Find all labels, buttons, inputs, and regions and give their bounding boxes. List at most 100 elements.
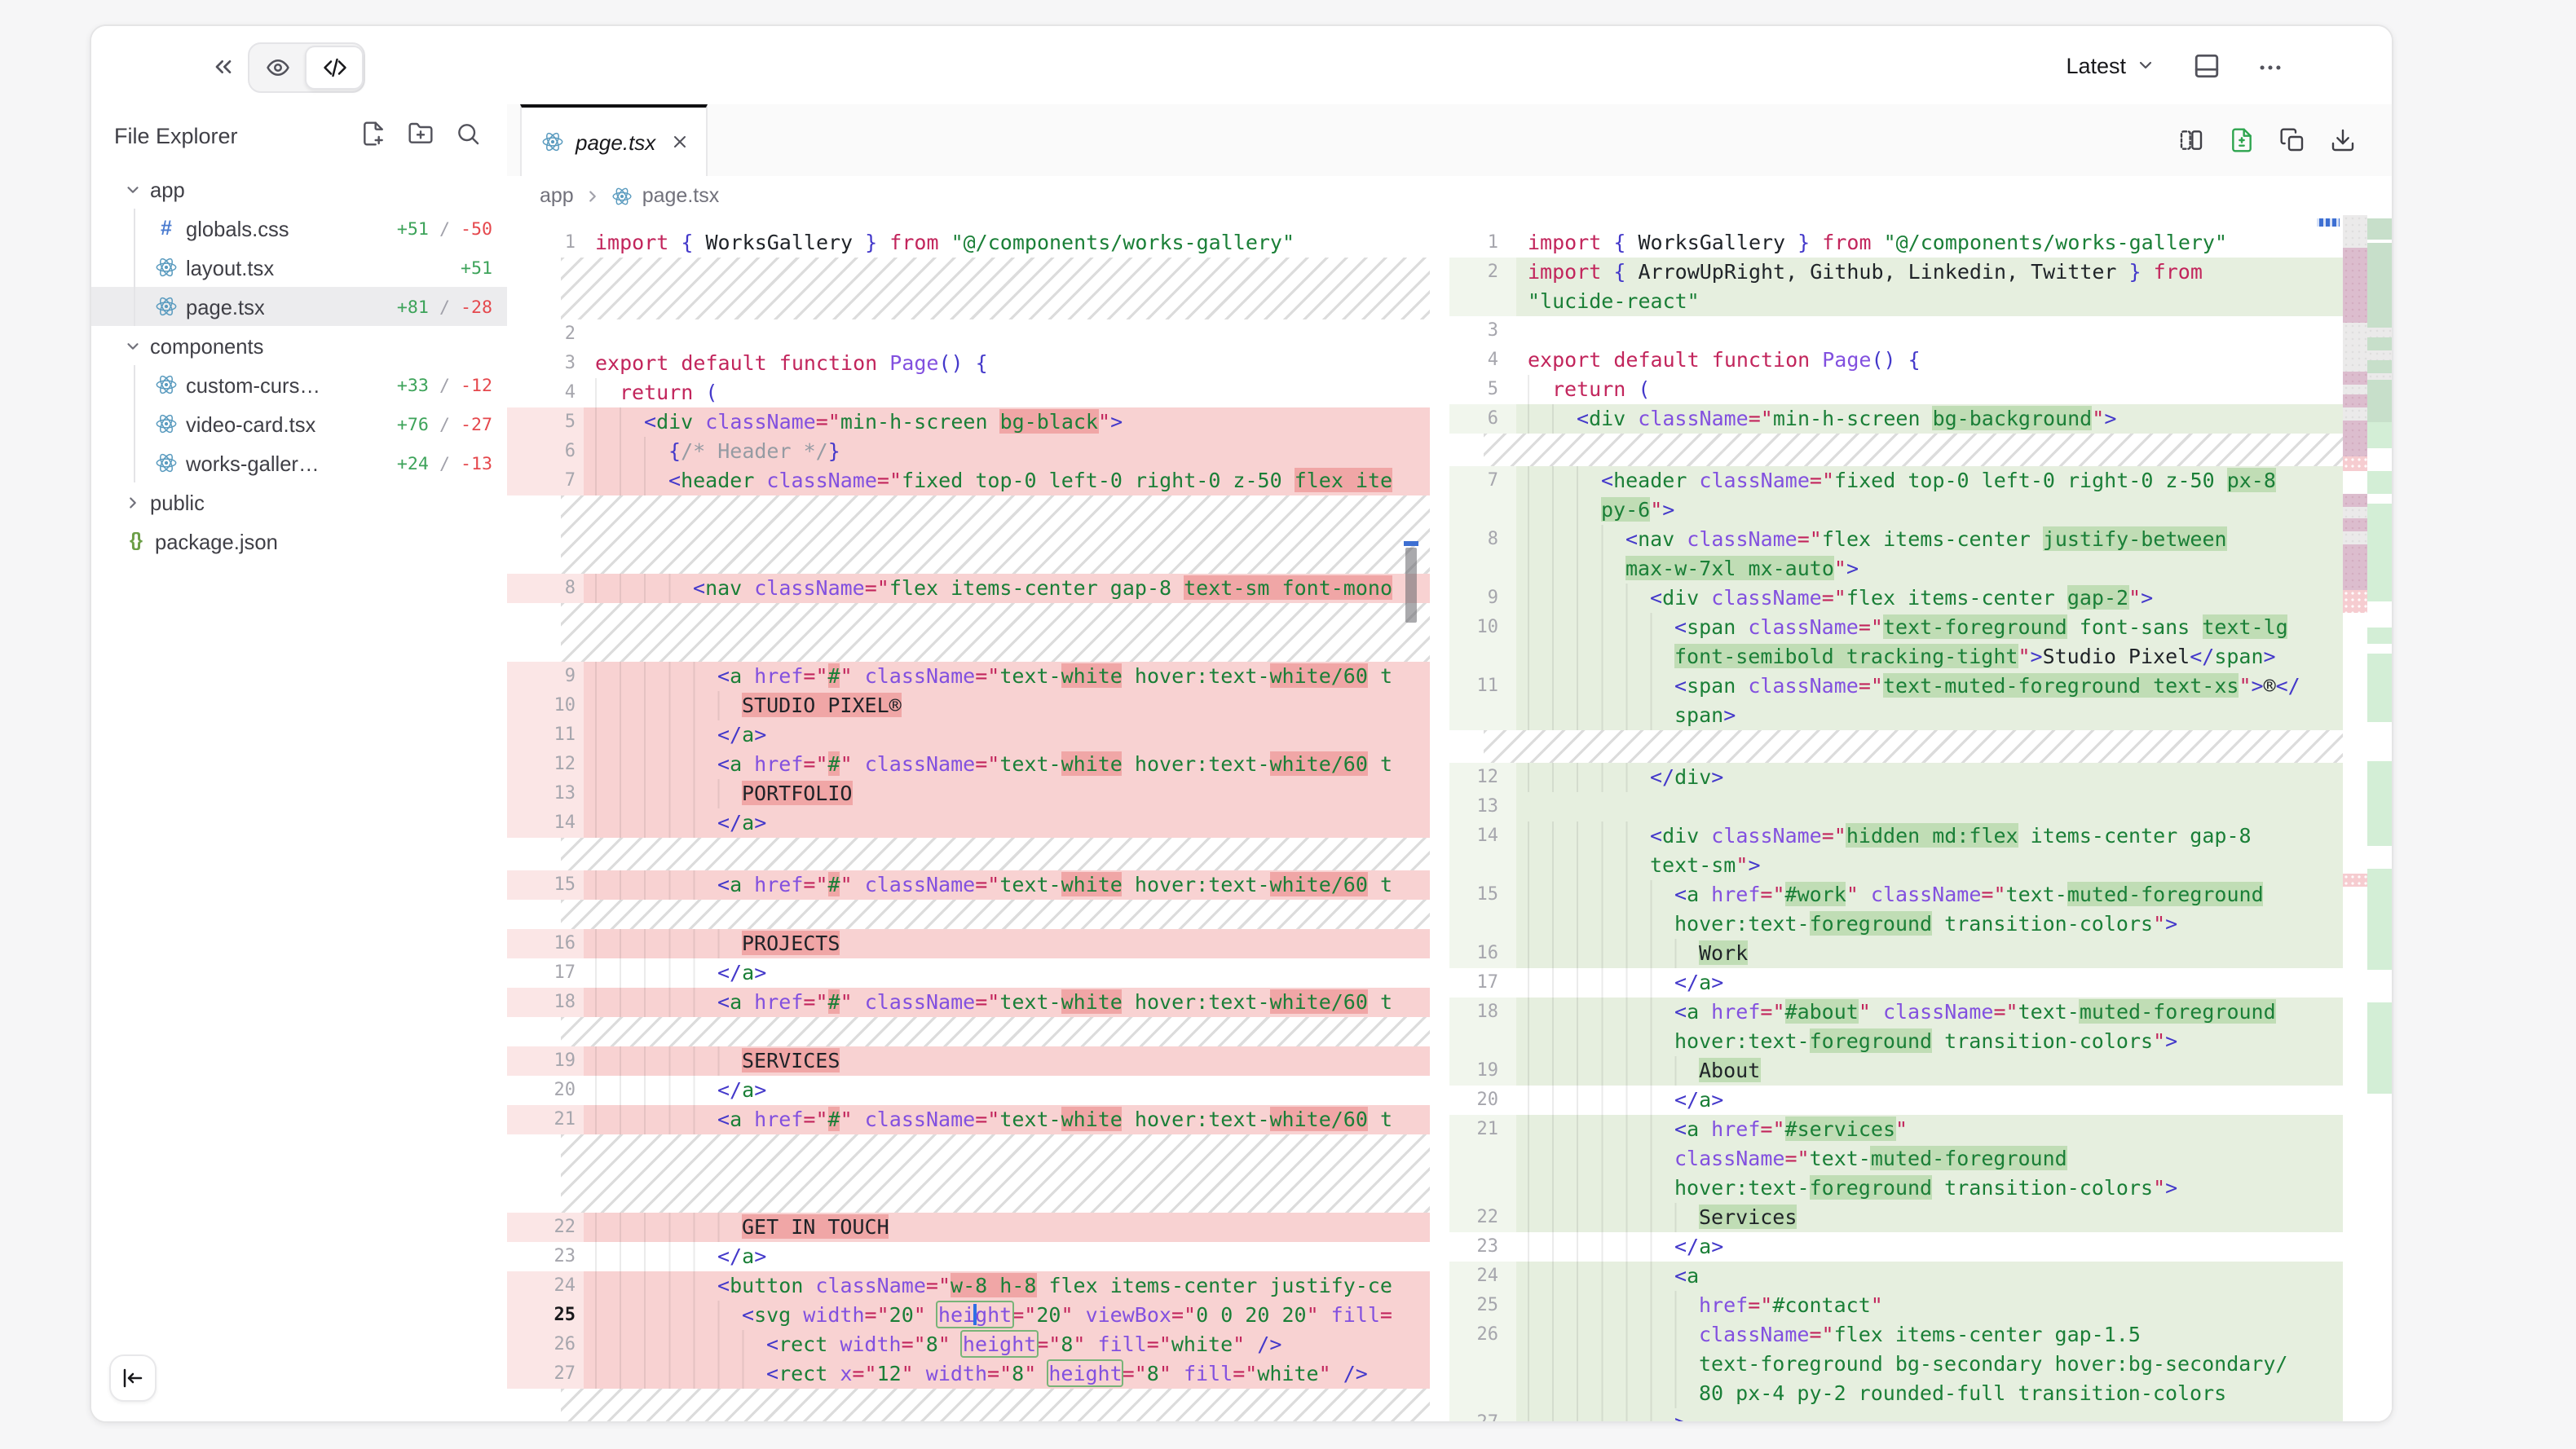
sidebar-item-globals-css[interactable]: #globals.css+51 / -50: [91, 209, 507, 248]
code-line[interactable]: className="text-muted-foreground: [1449, 1144, 2343, 1174]
code-line[interactable]: 18<a href="#about" className="text-muted…: [1449, 998, 2343, 1027]
code-line[interactable]: 19About: [1449, 1056, 2343, 1086]
collapsed-unchanged-region[interactable]: [561, 603, 1430, 662]
left-pane-scrollbar[interactable]: [1405, 548, 1417, 623]
code-line[interactable]: hover:text-foreground transition-colors"…: [1449, 1027, 2343, 1056]
code-line[interactable]: 17</a>: [1449, 968, 2343, 998]
collapsed-unchanged-region[interactable]: [561, 258, 1430, 319]
code-line[interactable]: 7<header className="fixed top-0 left-0 r…: [1449, 466, 2343, 495]
collapsed-unchanged-region[interactable]: [1484, 434, 2343, 466]
code-line[interactable]: 2import { ArrowUpRight, Github, Linkedin…: [1449, 258, 2343, 287]
code-line[interactable]: text-foreground bg-secondary hover:bg-se…: [1449, 1350, 2343, 1379]
collapse-panel-button[interactable]: [209, 52, 238, 81]
code-line[interactable]: 14<div className="hidden md:flex items-c…: [1449, 821, 2343, 851]
code-line[interactable]: 13PORTFOLIO: [507, 779, 1430, 808]
code-line[interactable]: 3: [1449, 316, 2343, 346]
code-line[interactable]: 4return (: [507, 378, 1430, 407]
code-line[interactable]: 22Services: [1449, 1203, 2343, 1232]
sidebar-item-page-tsx[interactable]: page.tsx+81 / -28: [91, 287, 507, 326]
code-line[interactable]: 1import { WorksGallery } from "@/compone…: [507, 228, 1430, 258]
code-line[interactable]: 12</div>: [1449, 763, 2343, 792]
code-line[interactable]: 22GET IN TOUCH: [507, 1213, 1430, 1242]
code-line[interactable]: 9<div className="flex items-center gap-2…: [1449, 584, 2343, 613]
code-line[interactable]: 24<a: [1449, 1262, 2343, 1291]
more-options-button[interactable]: [2255, 52, 2284, 81]
code-line[interactable]: 9<a href="#" className="text-white hover…: [507, 662, 1430, 691]
tab-page-tsx[interactable]: page.tsx: [520, 104, 708, 176]
sidebar-item-app[interactable]: app: [91, 170, 507, 209]
code-line[interactable]: 13: [1449, 792, 2343, 821]
code-line[interactable]: 1import { WorksGallery } from "@/compone…: [1449, 228, 2343, 258]
code-line[interactable]: 27<rect x="12" width="8" height="8" fill…: [507, 1359, 1430, 1389]
code-line[interactable]: 19SERVICES: [507, 1046, 1430, 1076]
collapse-sidebar-button[interactable]: [109, 1354, 157, 1402]
code-line[interactable]: 21<a href="#" className="text-white hove…: [507, 1105, 1430, 1134]
code-line[interactable]: 21<a href="#services": [1449, 1115, 2343, 1144]
panel-bottom-button[interactable]: [2191, 51, 2221, 80]
code-line[interactable]: 27>: [1449, 1408, 2343, 1421]
code-line[interactable]: 24<button className="w-8 h-8 flex items-…: [507, 1271, 1430, 1301]
code-line[interactable]: 18<a href="#" className="text-white hove…: [507, 988, 1430, 1017]
code-line[interactable]: py-6">: [1449, 495, 2343, 525]
new-file-button[interactable]: [360, 121, 386, 147]
sidebar-item-layout-tsx[interactable]: layout.tsx+51: [91, 248, 507, 287]
code-line[interactable]: hover:text-foreground transition-colors"…: [1449, 909, 2343, 939]
code-line[interactable]: span>: [1449, 701, 2343, 730]
code-line[interactable]: 16PROJECTS: [507, 929, 1430, 958]
code-line[interactable]: 8<nav className="flex items-center justi…: [1449, 525, 2343, 554]
file-diff-icon[interactable]: [2229, 127, 2255, 153]
diff-pane-old[interactable]: 1import { WorksGallery } from "@/compone…: [507, 215, 1430, 1421]
code-line[interactable]: font-semibold tracking-tight">Studio Pix…: [1449, 642, 2343, 672]
code-line[interactable]: 3export default function Page() {: [507, 349, 1430, 378]
code-line[interactable]: 15<a href="#" className="text-white hove…: [507, 870, 1430, 900]
code-line[interactable]: 23</a>: [507, 1242, 1430, 1271]
diff-pane-new[interactable]: 1import { WorksGallery } from "@/compone…: [1449, 215, 2343, 1421]
code-line[interactable]: max-w-7xl mx-auto">: [1449, 554, 2343, 584]
code-line[interactable]: hover:text-foreground transition-colors"…: [1449, 1174, 2343, 1203]
code-line[interactable]: 10STUDIO PIXEL®: [507, 691, 1430, 720]
breadcrumb-root[interactable]: app: [540, 184, 574, 207]
code-line[interactable]: 25<svg width="20" height="20" viewBox="0…: [507, 1301, 1430, 1330]
new-folder-button[interactable]: [408, 121, 434, 147]
code-line[interactable]: 7<header className="fixed top-0 left-0 r…: [507, 466, 1430, 495]
preview-toggle-button[interactable]: [249, 47, 305, 88]
code-line[interactable]: 10<span className="text-foreground font-…: [1449, 613, 2343, 642]
diff-minimap[interactable]: [2343, 215, 2392, 1421]
code-line[interactable]: 4export default function Page() {: [1449, 346, 2343, 375]
sidebar-item-custom-curs-[interactable]: custom-curs…+33 / -12: [91, 365, 507, 404]
code-line[interactable]: 11<span className="text-muted-foreground…: [1449, 672, 2343, 701]
version-selector[interactable]: Latest: [2066, 26, 2155, 104]
code-line[interactable]: 26className="flex items-center gap-1.5: [1449, 1320, 2343, 1350]
search-button[interactable]: [455, 121, 481, 147]
download-icon[interactable]: [2330, 127, 2356, 153]
sidebar-item-works-galler-[interactable]: works-galler…+24 / -13: [91, 443, 507, 482]
code-line[interactable]: 20</a>: [1449, 1086, 2343, 1115]
collapsed-unchanged-region[interactable]: [561, 900, 1430, 929]
minimap-handle[interactable]: [2317, 218, 2340, 227]
collapsed-unchanged-region[interactable]: [561, 838, 1430, 870]
code-line[interactable]: 20</a>: [507, 1076, 1430, 1105]
code-line[interactable]: 6<div className="min-h-screen bg-backgro…: [1449, 404, 2343, 434]
collapsed-unchanged-region[interactable]: [561, 1017, 1430, 1046]
code-line[interactable]: 26<rect width="8" height="8" fill="white…: [507, 1330, 1430, 1359]
code-line[interactable]: 5<div className="min-h-screen bg-black">: [507, 407, 1430, 437]
split-diff-icon[interactable]: [2178, 127, 2204, 153]
code-line[interactable]: 17</a>: [507, 958, 1430, 988]
code-line[interactable]: 16Work: [1449, 939, 2343, 968]
copy-icon[interactable]: [2279, 127, 2305, 153]
close-icon[interactable]: [670, 132, 690, 152]
collapsed-unchanged-region[interactable]: [561, 1134, 1430, 1213]
code-line[interactable]: 8<nav className="flex items-center gap-8…: [507, 574, 1430, 603]
sidebar-item-package-json[interactable]: {}package.json: [91, 522, 507, 561]
code-line[interactable]: 15<a href="#work" className="text-muted-…: [1449, 880, 2343, 909]
code-line[interactable]: 5return (: [1449, 375, 2343, 404]
code-line[interactable]: 11</a>: [507, 720, 1430, 750]
code-line[interactable]: 25href="#contact": [1449, 1291, 2343, 1320]
code-line[interactable]: 6{/* Header */}: [507, 437, 1430, 466]
code-line[interactable]: 12<a href="#" className="text-white hove…: [507, 750, 1430, 779]
collapsed-unchanged-region[interactable]: [1484, 730, 2343, 763]
collapsed-unchanged-region[interactable]: [561, 495, 1430, 574]
code-line[interactable]: 2: [507, 319, 1430, 349]
code-line[interactable]: 80 px-4 py-2 rounded-full transition-col…: [1449, 1379, 2343, 1408]
code-line[interactable]: 14</a>: [507, 808, 1430, 838]
